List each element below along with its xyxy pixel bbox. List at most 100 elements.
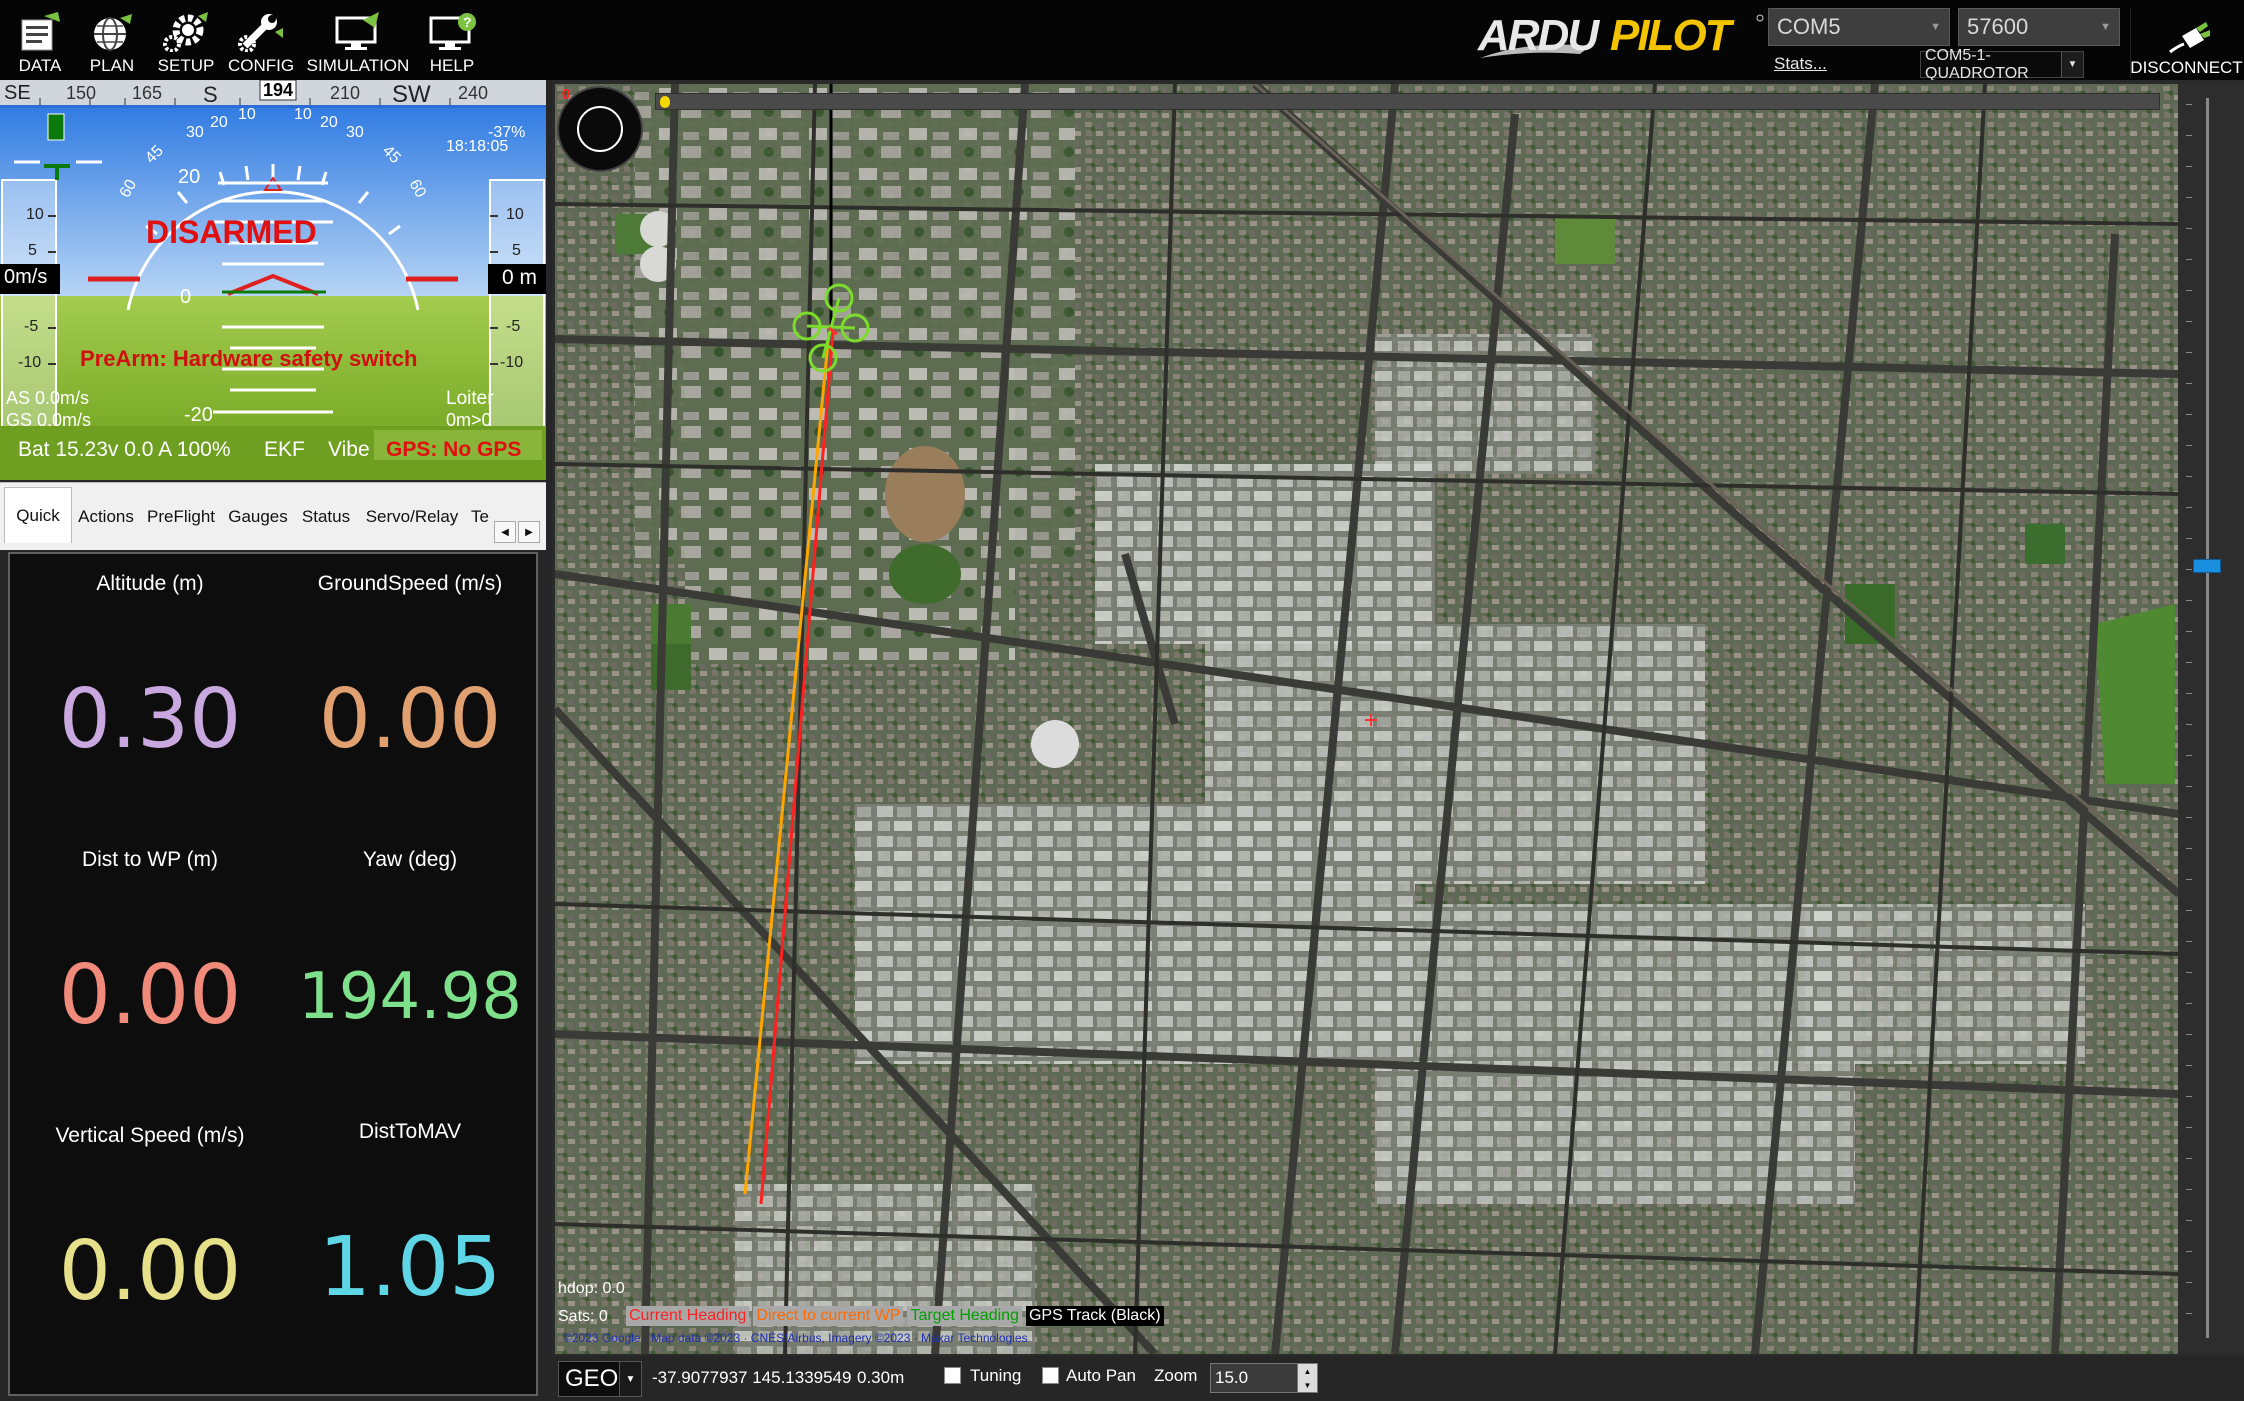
autopan-label: Auto Pan (1066, 1366, 1136, 1385)
tab-telemetry-logs[interactable]: Te (468, 493, 492, 541)
progress-thumb[interactable] (660, 96, 670, 108)
legend-gps-track: GPS Track (Black) (1025, 1306, 1164, 1326)
roll-label-20-right: 20 (320, 114, 338, 131)
disconnect-button[interactable]: DISCONNECT (2130, 8, 2243, 78)
altitude-cell[interactable]: Altitude (m) 0.30 (20, 572, 280, 832)
data-menu-button[interactable]: DATA (10, 6, 70, 76)
plan-menu-button[interactable]: PLAN (82, 6, 142, 76)
heading-tick-210: 210 (330, 83, 361, 103)
setup-menu-button[interactable]: SETUP (154, 6, 218, 76)
zoom-tick (2186, 848, 2192, 849)
svg-text:ARDU: ARDU (1477, 11, 1600, 60)
zoom-tick (2186, 1034, 2192, 1035)
heading-tick-150: 150 (66, 83, 97, 103)
tab-scroll-right-icon[interactable]: ▶ (518, 521, 540, 543)
legend-target-heading: Target Heading (907, 1306, 1022, 1326)
heading-tick-sw: SW (392, 81, 431, 108)
zoom-tick (2186, 972, 2192, 973)
speed-tick-5: 5 (28, 242, 37, 259)
zoom-tick (2186, 259, 2192, 260)
map-zoom-slider-thumb[interactable] (2193, 559, 2221, 573)
pitch-label-0: 0 (180, 286, 192, 308)
satellite-map[interactable] (555, 84, 2179, 1354)
zoom-tick (2186, 941, 2192, 942)
roll-label-20-left: 20 (210, 114, 228, 131)
autopan-checkbox[interactable] (1042, 1367, 1059, 1384)
map-zoom-slider-track[interactable] (2178, 84, 2244, 1354)
chevron-down-icon: ▼ (619, 1362, 641, 1396)
disconnect-label: DISCONNECT (2130, 58, 2243, 77)
tab-status[interactable]: Status (298, 493, 354, 541)
vibe-status[interactable]: Vibe (328, 438, 370, 462)
coordinate-system-select[interactable]: GEO ▼ (558, 1361, 642, 1397)
flight-mode: Loiter (446, 388, 494, 409)
zoom-tick (2186, 445, 2192, 446)
tab-preflight[interactable]: PreFlight (144, 493, 218, 541)
roll-label-30-right: 30 (346, 124, 364, 141)
hud-clock: 18:18:05 (446, 138, 509, 155)
tab-scroll-left-icon[interactable]: ◀ (494, 521, 516, 543)
hud-display[interactable]: SE 150 165 S 194 210 SW 240 10 20 30 45 … (0, 80, 546, 480)
dist-to-mav-cell[interactable]: DistToMAV 1.05 (280, 1120, 540, 1380)
dist-to-mav-label: DistToMAV (358, 1120, 462, 1143)
help-menu-label: HELP (429, 56, 475, 75)
chevron-down-icon: ▼ (1930, 21, 1941, 33)
tab-gauges[interactable]: Gauges (224, 493, 292, 541)
speed-tick-10: 10 (26, 206, 44, 223)
vertical-speed-cell[interactable]: Vertical Speed (m/s) 0.00 (20, 1124, 280, 1384)
hdop-readout: hdop: 0.0 (558, 1280, 625, 1297)
gps-status[interactable]: GPS: No GPS (386, 438, 521, 462)
vertical-speed-label: Vertical Speed (m/s) (55, 1124, 245, 1147)
dist-to-wp-cell[interactable]: Dist to WP (m) 0.00 (20, 848, 280, 1108)
data-icon (21, 12, 60, 51)
zoom-tick (2186, 724, 2192, 725)
data-menu-label: DATA (18, 56, 62, 75)
ekf-status[interactable]: EKF (264, 438, 305, 462)
baud-rate-select[interactable]: 57600 ▼ (1958, 8, 2120, 46)
zoom-tick (2186, 1220, 2192, 1221)
alt-tick-5: 5 (512, 242, 521, 259)
globe-icon (94, 14, 132, 51)
zoom-tick (2186, 1189, 2192, 1190)
groundspeed-label: GroundSpeed (m/s) (317, 572, 503, 595)
tuning-checkbox[interactable] (944, 1367, 961, 1384)
prearm-message: PreArm: Hardware safety switch (80, 346, 418, 371)
mission-progress-bar[interactable] (655, 93, 2160, 110)
heading-tick-240: 240 (458, 83, 489, 103)
zoom-tick (2186, 693, 2192, 694)
heading-tick-165: 165 (132, 83, 163, 103)
zoom-up-icon[interactable]: ▲ (1297, 1364, 1317, 1378)
heading-current-value: 194 (263, 80, 294, 100)
zoom-tick (2186, 600, 2192, 601)
simulation-menu-button[interactable]: SIMULATION (305, 6, 411, 76)
cursor-coordinates: -37.9077937 145.1339549 (652, 1368, 852, 1387)
zoom-tick (2186, 1127, 2192, 1128)
progress-start-label: 0 (562, 86, 571, 103)
legend-current-heading: Current Heading (626, 1306, 750, 1326)
baud-rate-value: 57600 (1967, 14, 2029, 39)
tab-actions[interactable]: Actions (74, 493, 138, 541)
dist-to-wp-label: Dist to WP (m) (81, 848, 219, 871)
tab-quick[interactable]: Quick (4, 487, 72, 543)
heading-tick-se: SE (4, 82, 31, 104)
roll-label-10-right: 10 (294, 106, 312, 123)
vehicle-profile-select[interactable]: COM5-1-QUADROTOR ▼ (1920, 47, 2084, 82)
dist-to-mav-value: 1.05 (318, 1220, 502, 1315)
waypoint-distance: 0m>0 (446, 410, 492, 430)
zoom-value: 15.0 (1215, 1368, 1249, 1387)
help-menu-button[interactable]: ? HELP (422, 6, 482, 76)
zoom-down-icon[interactable]: ▼ (1297, 1378, 1317, 1392)
stats-link[interactable]: Stats... (1774, 54, 1827, 74)
zoom-tick (2186, 1158, 2192, 1159)
config-menu-button[interactable]: CONFIG (228, 6, 294, 76)
zoom-spinner[interactable]: 15.0 ▲ ▼ (1210, 1363, 1318, 1393)
yaw-value: 194.98 (298, 960, 522, 1034)
yaw-cell[interactable]: Yaw (deg) 194.98 (280, 848, 540, 1108)
plan-menu-label: PLAN (89, 56, 135, 75)
groundspeed-cell[interactable]: GroundSpeed (m/s) 0.00 (280, 572, 540, 832)
svg-text:PILOT: PILOT (1610, 11, 1735, 60)
com-port-select[interactable]: COM5 ▼ (1768, 8, 1950, 46)
tab-servo-relay[interactable]: Servo/Relay (360, 493, 464, 541)
action-tabs: Quick Actions PreFlight Gauges Status Se… (0, 482, 546, 550)
zoom-tick (2186, 786, 2192, 787)
